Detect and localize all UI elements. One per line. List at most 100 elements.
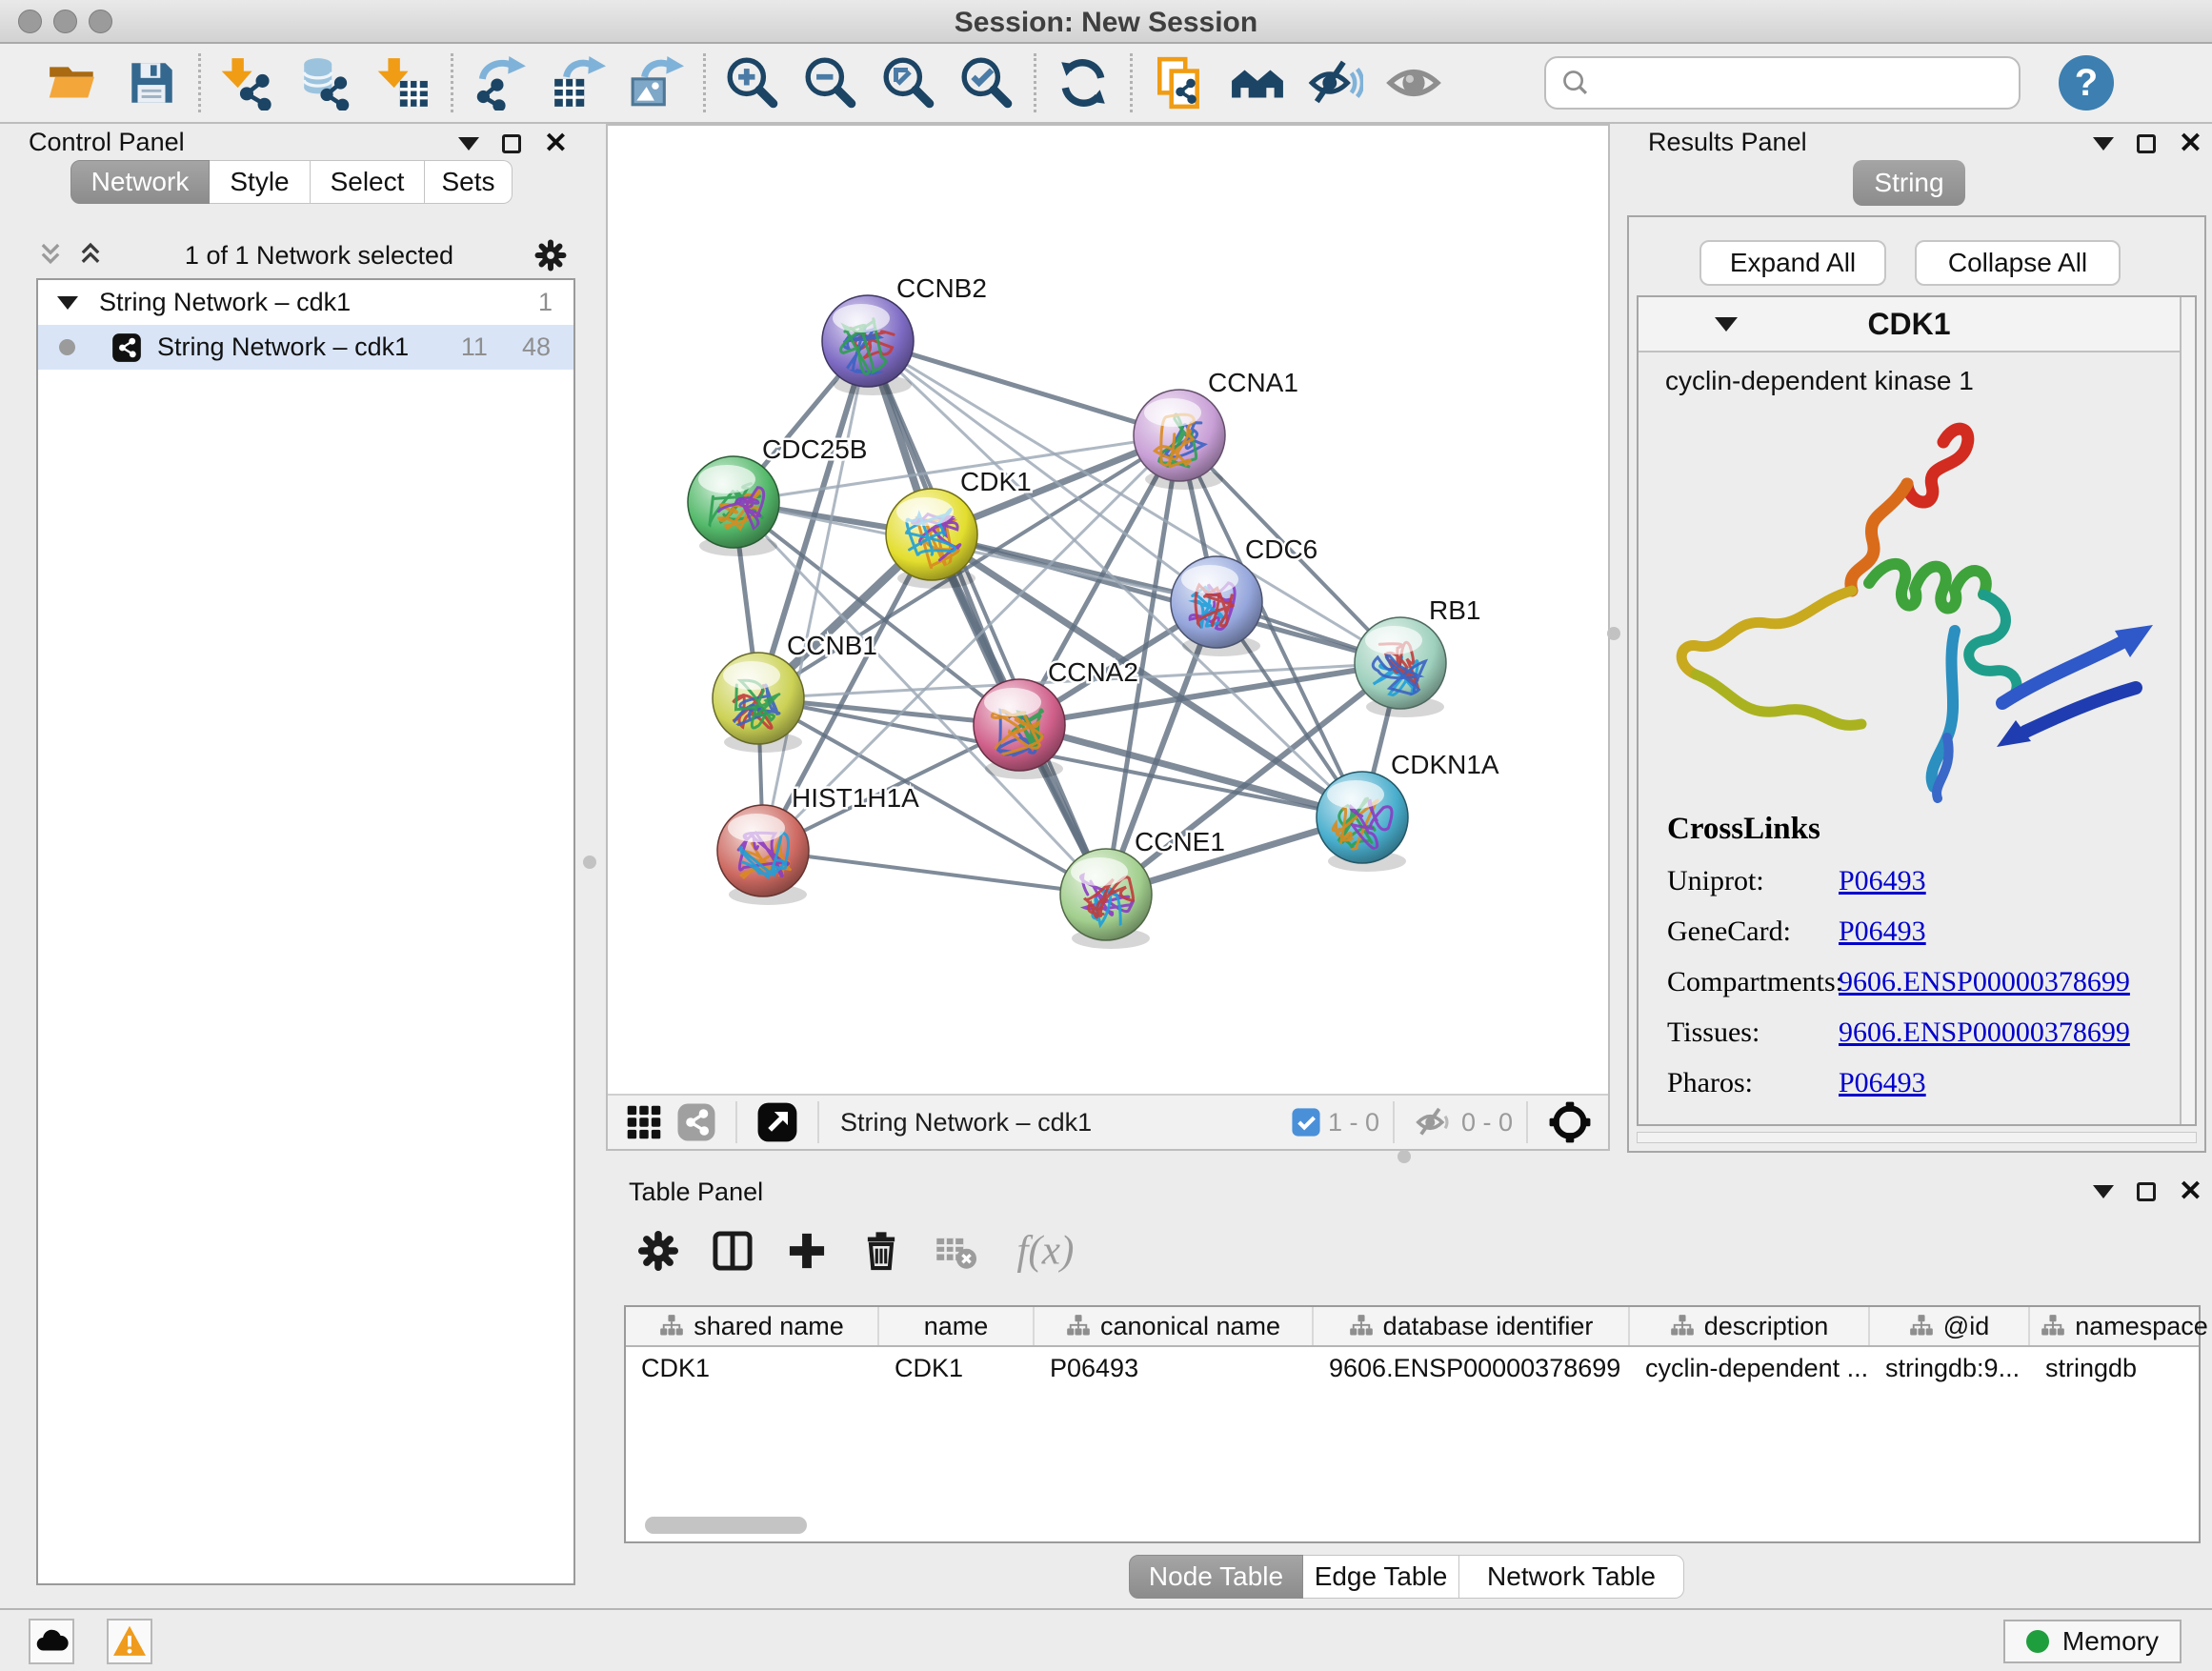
warnings-button[interactable] <box>107 1619 152 1664</box>
table-row[interactable]: CDK1CDK1P064939606.ENSP00000378699cyclin… <box>626 1347 2199 1389</box>
tab-style[interactable]: Style <box>210 160 311 204</box>
edge-CCNB2-CCNA1[interactable] <box>868 341 1179 435</box>
crosslink-value-link[interactable]: P06493 <box>1839 916 1926 948</box>
collapse-all-icon[interactable] <box>36 241 65 270</box>
zoom-selected-button[interactable] <box>948 49 1026 117</box>
crosslink-value-link[interactable]: 9606.ENSP00000378699 <box>1839 966 2130 998</box>
column-header-@id[interactable]: @id <box>1870 1307 2030 1345</box>
new-network-from-selection-button[interactable] <box>1140 49 1218 117</box>
column-header-description[interactable]: description <box>1630 1307 1870 1345</box>
network-collection-row[interactable]: String Network – cdk1 1 <box>38 280 573 325</box>
edge-CCNE1-HIST1H1A[interactable] <box>763 851 1106 895</box>
protein-card-header[interactable]: CDK1 <box>1639 297 2195 352</box>
tab-network[interactable]: Network <box>70 160 210 204</box>
control-panel-divider-handle[interactable] <box>583 856 596 869</box>
table-cell[interactable]: stringdb:9... <box>1870 1354 2030 1383</box>
panel-menu-icon[interactable] <box>2093 1185 2114 1198</box>
export-image-button[interactable] <box>617 49 695 117</box>
panel-close-icon[interactable]: ✕ <box>544 130 568 158</box>
crosslink-value-link[interactable]: 9606.ENSP00000378699 <box>1839 1017 2130 1049</box>
column-header-canonical-name[interactable]: canonical name <box>1035 1307 1314 1345</box>
detach-view-button[interactable] <box>756 1101 798 1143</box>
table-options-button[interactable] <box>634 1227 682 1275</box>
birdseye-nav-button[interactable] <box>1547 1099 1593 1145</box>
hide-selected-button[interactable] <box>1297 49 1375 117</box>
panel-float-icon[interactable] <box>2137 1182 2156 1201</box>
export-network-button[interactable] <box>461 49 539 117</box>
search-input[interactable] <box>1592 61 2019 105</box>
network-birdseye-toggle-button[interactable] <box>676 1102 716 1142</box>
import-network-database-button[interactable] <box>287 49 365 117</box>
edge-CDK1-RB1[interactable] <box>932 534 1400 663</box>
column-header-database-identifier[interactable]: database identifier <box>1314 1307 1630 1345</box>
tab-network-table[interactable]: Network Table <box>1459 1555 1684 1599</box>
import-network-file-button[interactable] <box>209 49 287 117</box>
node-CCNE1[interactable] <box>1060 849 1152 949</box>
show-columns-button[interactable] <box>709 1227 756 1275</box>
tab-sets[interactable]: Sets <box>425 160 513 204</box>
scrollbar-thumb[interactable] <box>645 1517 807 1534</box>
help-button[interactable]: ? <box>2059 55 2114 111</box>
tab-edge-table[interactable]: Edge Table <box>1303 1555 1459 1599</box>
network-options-gear-icon[interactable] <box>533 238 568 272</box>
zoom-in-button[interactable] <box>714 49 792 117</box>
save-session-button[interactable] <box>112 49 191 117</box>
node-HIST1H1A[interactable] <box>717 805 809 905</box>
node-CDKN1A[interactable] <box>1317 772 1408 872</box>
tab-string[interactable]: String <box>1853 160 1965 206</box>
table-cell[interactable]: stringdb <box>2030 1354 2212 1383</box>
table-cell[interactable]: CDK1 <box>626 1354 879 1383</box>
expand-all-button[interactable]: Expand All <box>1699 240 1886 286</box>
first-neighbors-button[interactable] <box>1218 49 1297 117</box>
results-vertical-scrollbar[interactable] <box>2180 297 2195 1124</box>
export-table-button[interactable] <box>539 49 617 117</box>
zoom-fit-button[interactable] <box>870 49 948 117</box>
table-cell[interactable]: P06493 <box>1035 1354 1314 1383</box>
panel-close-icon[interactable]: ✕ <box>2179 130 2202 158</box>
panel-float-icon[interactable] <box>2137 134 2156 153</box>
cloud-status-button[interactable] <box>29 1619 74 1664</box>
panel-menu-icon[interactable] <box>458 137 479 151</box>
column-header-name[interactable]: name <box>879 1307 1035 1345</box>
table-cell[interactable]: CDK1 <box>879 1354 1035 1383</box>
node-CDC6[interactable] <box>1171 556 1262 656</box>
panel-close-icon[interactable]: ✕ <box>2179 1178 2202 1206</box>
node-CDC25B[interactable] <box>688 456 779 556</box>
show-all-button[interactable] <box>1375 49 1453 117</box>
panel-float-icon[interactable] <box>502 134 521 153</box>
table-cell[interactable]: cyclin-dependent ... <box>1630 1354 1870 1383</box>
collapse-all-button[interactable]: Collapse All <box>1915 240 2121 286</box>
tab-select[interactable]: Select <box>311 160 425 204</box>
control-panel: Control Panel ✕ NetworkStyleSelectSets 1… <box>10 124 594 1608</box>
delete-column-button[interactable] <box>857 1227 905 1275</box>
crosslink-value-link[interactable]: P06493 <box>1839 1067 1926 1099</box>
zoom-out-button[interactable] <box>792 49 870 117</box>
node-RB1[interactable] <box>1355 617 1446 717</box>
network-canvas[interactable]: CCNB2CCNA1CDC25BCDK1CDC6RB1CCNB1CCNA2CDK… <box>608 126 1608 1094</box>
column-header-shared-name[interactable]: shared name <box>626 1307 879 1345</box>
panel-menu-icon[interactable] <box>2093 137 2114 151</box>
create-column-button[interactable] <box>783 1227 831 1275</box>
node-CCNA1[interactable] <box>1134 390 1225 490</box>
table-cell[interactable]: 9606.ENSP00000378699 <box>1314 1354 1630 1383</box>
memory-button[interactable]: Memory <box>2003 1620 2182 1663</box>
network-grid-view-button[interactable] <box>623 1101 665 1143</box>
tab-node-table[interactable]: Node Table <box>1129 1555 1303 1599</box>
expand-all-icon[interactable] <box>76 241 105 270</box>
crosslink-value-link[interactable]: P06493 <box>1839 865 1926 897</box>
network-row-selected[interactable]: String Network – cdk1 11 48 <box>38 325 573 370</box>
import-table-button[interactable] <box>365 49 443 117</box>
selected-nodes-checkbox[interactable] <box>1290 1106 1322 1138</box>
results-panel-divider-handle[interactable] <box>1607 627 1620 640</box>
column-header-namespace[interactable]: namespace <box>2030 1307 2212 1345</box>
table-horizontal-scrollbar[interactable] <box>635 1517 1036 1536</box>
open-session-button[interactable] <box>34 49 112 117</box>
node-CDK1[interactable] <box>886 489 977 589</box>
node-CCNA2[interactable] <box>974 679 1065 779</box>
collection-expand-icon[interactable] <box>57 296 78 310</box>
results-horizontal-scrollbar[interactable] <box>1637 1132 2197 1143</box>
node-CCNB1[interactable] <box>713 653 804 753</box>
collapse-section-icon[interactable] <box>1715 317 1738 332</box>
table-panel-divider-handle[interactable] <box>1398 1150 1411 1163</box>
apply-layout-button[interactable] <box>1044 49 1122 117</box>
